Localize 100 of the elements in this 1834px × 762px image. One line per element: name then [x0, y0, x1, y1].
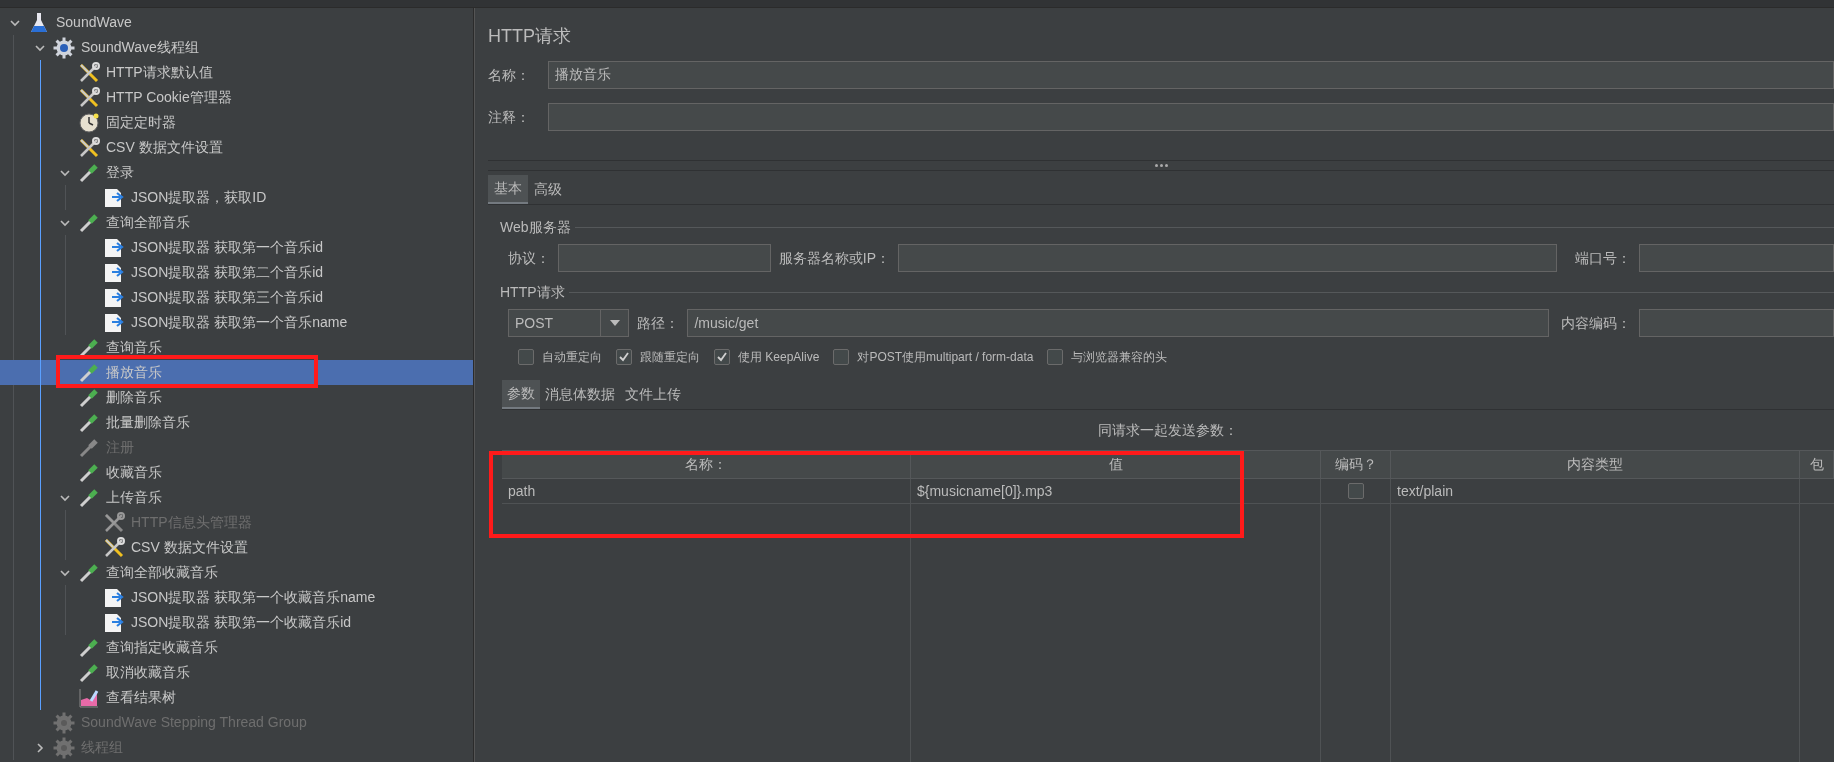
- table-cell: path: [502, 479, 911, 504]
- tree-item[interactable]: CSV 数据文件设置: [0, 135, 473, 160]
- tree-item[interactable]: JSON提取器 获取第一个收藏音乐id: [0, 610, 473, 635]
- tree-item[interactable]: 批量删除音乐: [0, 410, 473, 435]
- tree-item[interactable]: 登录: [0, 160, 473, 185]
- tree-item-label: HTTP Cookie管理器: [106, 88, 232, 107]
- path-field[interactable]: /music/get: [687, 309, 1549, 337]
- port-field[interactable]: [1639, 244, 1834, 272]
- pipette-icon: [78, 386, 100, 409]
- splitter-dots-icon[interactable]: [1154, 164, 1168, 167]
- name-label: 名称：: [488, 65, 531, 85]
- tree-item-label: 查询全部收藏音乐: [106, 563, 218, 582]
- tree-item[interactable]: JSON提取器 获取第二个音乐id: [0, 260, 473, 285]
- tree-item[interactable]: JSON提取器 获取第一个收藏音乐name: [0, 585, 473, 610]
- checkbox[interactable]: [714, 349, 730, 365]
- document-arrow-icon: [103, 311, 125, 334]
- tree-item-label: HTTP请求默认值: [106, 63, 213, 82]
- document-arrow-icon: [103, 236, 125, 259]
- tree-item-label: JSON提取器 获取第三个音乐id: [131, 288, 324, 307]
- protocol-label: 协议：: [508, 248, 550, 268]
- tree-item[interactable]: 查询音乐: [0, 335, 473, 360]
- table-caption: 同请求一起发送参数：: [1098, 421, 1238, 440]
- tree-item[interactable]: 查询全部收藏音乐: [0, 560, 473, 585]
- wrench-screwdriver-icon: [103, 536, 125, 559]
- chart-icon: [78, 686, 100, 709]
- checkbox[interactable]: [833, 349, 850, 365]
- tree-item[interactable]: 删除音乐: [0, 385, 473, 410]
- gear-icon: [53, 36, 75, 59]
- tree-item-label: 批量删除音乐: [106, 413, 190, 432]
- tree-item[interactable]: 查询全部音乐: [0, 210, 473, 235]
- pipette-icon: [78, 411, 100, 434]
- tree-item[interactable]: HTTP请求默认值: [0, 60, 473, 85]
- encoding-field[interactable]: [1639, 309, 1834, 337]
- document-arrow-icon: [103, 186, 125, 209]
- wrench-screwdriver-icon: [103, 511, 125, 534]
- server-field[interactable]: [898, 244, 1557, 272]
- tree-item-label: JSON提取器，获取ID: [131, 188, 267, 207]
- tree-item[interactable]: 收藏音乐: [0, 460, 473, 485]
- method-dropdown[interactable]: POST: [508, 309, 630, 337]
- comment-label: 注释：: [488, 107, 531, 127]
- section-legend: HTTP请求: [500, 282, 569, 303]
- tree-item-label: 取消收藏音乐: [106, 663, 190, 682]
- tree-item[interactable]: 固定定时器: [0, 110, 473, 135]
- wrench-screwdriver-icon: [78, 86, 100, 109]
- tree-item[interactable]: CSV 数据文件设置: [0, 535, 473, 560]
- tree-item-label: CSV 数据文件设置: [131, 538, 248, 557]
- pipette-icon: [78, 361, 100, 384]
- tree-item[interactable]: JSON提取器 获取第三个音乐id: [0, 285, 473, 310]
- checkbox[interactable]: [1047, 349, 1064, 365]
- tree-item[interactable]: SoundWave: [0, 10, 473, 35]
- tree-item[interactable]: 查询指定收藏音乐: [0, 635, 473, 660]
- pipette-icon: [78, 461, 100, 484]
- panel-title: HTTP请求: [488, 25, 572, 48]
- tree-item[interactable]: SoundWave线程组: [0, 35, 473, 60]
- checkbox-label: 对POST使用multipart / form-data: [857, 349, 1034, 366]
- flask-icon: [30, 11, 48, 34]
- tree-item-label: JSON提取器 获取第一个音乐id: [131, 238, 324, 257]
- pipette-icon: [78, 636, 100, 659]
- column-header[interactable]: 内容类型: [1391, 451, 1800, 479]
- document-arrow-icon: [103, 261, 125, 284]
- checkbox-label: 自动重定向: [542, 349, 602, 366]
- tree-item[interactable]: 上传音乐: [0, 485, 473, 510]
- tree-item-label: JSON提取器 获取第一个收藏音乐id: [131, 613, 352, 632]
- tree-item-label: 查询指定收藏音乐: [106, 638, 218, 657]
- checkbox[interactable]: [518, 349, 534, 365]
- tab[interactable]: 基本: [488, 175, 528, 204]
- name-field[interactable]: 播放音乐: [548, 61, 1834, 89]
- tab[interactable]: 文件上传: [620, 380, 686, 409]
- tree-item[interactable]: 取消收藏音乐: [0, 660, 473, 685]
- tree-item[interactable]: 查看结果树: [0, 685, 473, 710]
- checkbox[interactable]: [1347, 483, 1364, 499]
- tree-item[interactable]: JSON提取器 获取第一个音乐name: [0, 310, 473, 335]
- server-label: 服务器名称或IP：: [778, 248, 890, 268]
- checkmark-icon: [716, 351, 728, 363]
- tree-item[interactable]: JSON提取器 获取第一个音乐id: [0, 235, 473, 260]
- document-arrow-icon: [103, 586, 125, 609]
- tab[interactable]: 高级: [528, 175, 568, 204]
- tree-item-label: 查询全部音乐: [106, 213, 190, 232]
- checkbox-label: 使用 KeepAlive: [738, 349, 820, 366]
- column-header[interactable]: 编码？: [1321, 451, 1391, 479]
- tree-item-label: 上传音乐: [106, 488, 162, 507]
- checkmark-icon: [618, 351, 630, 363]
- table-cell: ${musicname[0]}.mp3: [911, 479, 1321, 504]
- table-cell: text/plain: [1391, 479, 1800, 504]
- pipette-icon: [78, 436, 100, 459]
- tree-item-label: SoundWave: [56, 13, 132, 32]
- chevron-right-icon[interactable]: [34, 741, 46, 754]
- tree-item[interactable]: JSON提取器，获取ID: [0, 185, 473, 210]
- tab[interactable]: 消息体数据: [540, 380, 620, 409]
- tree-item[interactable]: HTTP Cookie管理器: [0, 85, 473, 110]
- column-header[interactable]: 包: [1800, 451, 1834, 479]
- tree-item-label: 删除音乐: [106, 388, 162, 407]
- pipette-icon: [78, 561, 100, 584]
- protocol-field[interactable]: [558, 244, 771, 272]
- tab[interactable]: 参数: [502, 380, 540, 409]
- comment-field[interactable]: [548, 103, 1834, 131]
- tree-item-label: CSV 数据文件设置: [106, 138, 223, 157]
- port-label: 端口号：: [1575, 248, 1631, 268]
- gear-icon: [53, 736, 75, 759]
- checkbox[interactable]: [616, 349, 632, 365]
